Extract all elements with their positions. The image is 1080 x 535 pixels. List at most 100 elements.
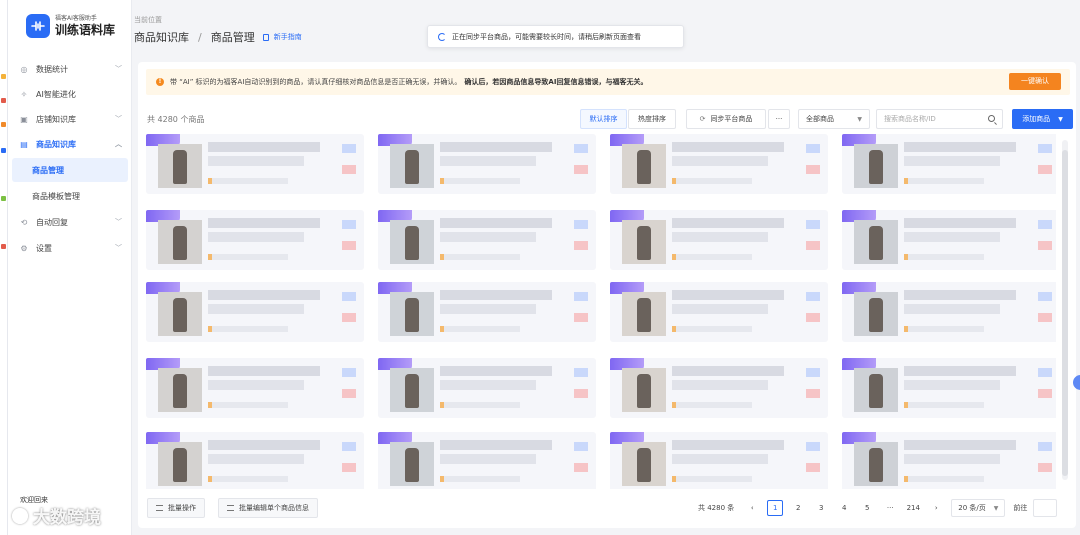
product-card[interactable] [146,432,364,489]
edit-action-blur[interactable] [574,368,588,377]
prev-page-button[interactable]: ‹ [744,500,760,516]
pagination: 共 4280 条 ‹ 1 2 3 4 5 ··· 214 › 20 条/页 ▼ … [698,499,1058,517]
edit-action-blur[interactable] [806,144,820,153]
sidebar-item-store-kb[interactable]: ▣ 店铺知识库 ﹀ [8,107,132,131]
delete-action-blur[interactable] [574,241,588,250]
product-figure [173,150,187,184]
product-card[interactable] [842,210,1056,270]
product-card[interactable] [610,210,828,270]
batch-edit-button[interactable]: 批量编辑单个商品信息 [218,498,318,518]
delete-action-blur[interactable] [574,463,588,472]
edit-action-blur[interactable] [342,144,356,153]
product-card[interactable] [378,432,596,489]
sort-hot-button[interactable]: 热度排序 [628,109,676,129]
product-card[interactable] [842,134,1056,194]
product-card[interactable] [842,282,1056,342]
delete-action-blur[interactable] [806,165,820,174]
sidebar-item-ai-evolution[interactable]: ✧ AI智能进化 [8,82,132,106]
edit-action-blur[interactable] [574,292,588,301]
batch-operation-button[interactable]: 批量操作 [147,498,205,518]
edit-action-blur[interactable] [574,442,588,451]
page-button[interactable]: 1 [767,500,784,516]
product-card[interactable] [842,358,1056,418]
product-card[interactable] [378,210,596,270]
delete-action-blur[interactable] [574,165,588,174]
delete-action-blur[interactable] [1038,463,1052,472]
search-input[interactable]: 搜索商品名称/ID [876,109,1003,129]
product-card[interactable] [146,358,364,418]
product-card[interactable] [842,432,1056,489]
product-card[interactable] [146,210,364,270]
confirm-all-button[interactable]: 一键确认 [1009,73,1061,90]
edit-action-blur[interactable] [806,442,820,451]
delete-action-blur[interactable] [806,463,820,472]
page-button[interactable]: 214 [905,500,921,516]
edit-action-blur[interactable] [574,220,588,229]
edit-action-blur[interactable] [1038,144,1052,153]
product-card[interactable] [146,282,364,342]
breadcrumb: 商品知识库 / 商品管理 新手指南 [134,29,302,45]
edit-action-blur[interactable] [1038,292,1052,301]
page-size-select[interactable]: 20 条/页 ▼ [951,499,1006,517]
product-card[interactable] [378,358,596,418]
sidebar-item-auto-reply[interactable]: ⟲ 自动回复 ﹀ [8,210,132,234]
page-button[interactable]: 5 [859,500,875,516]
edit-action-blur[interactable] [806,292,820,301]
product-card[interactable] [610,134,828,194]
scrollbar-thumb[interactable] [1062,150,1068,476]
edit-action-blur[interactable] [574,144,588,153]
sync-products-button[interactable]: ⟳ 同步平台商品 [686,109,766,129]
edit-action-blur[interactable] [342,368,356,377]
product-thumbnail [390,292,434,336]
delete-action-blur[interactable] [342,389,356,398]
scrollbar[interactable] [1062,140,1068,480]
delete-action-blur[interactable] [342,241,356,250]
app-logo[interactable]: 福客AI客服助手 训练语料库 [26,14,115,38]
sidebar-item-product-kb[interactable]: ▤ 商品知识库 ︿ [8,132,132,156]
goto-page-input[interactable] [1033,499,1058,517]
product-card[interactable] [610,282,828,342]
edit-action-blur[interactable] [342,292,356,301]
delete-action-blur[interactable] [806,389,820,398]
edit-action-blur[interactable] [342,220,356,229]
product-title-blur [440,290,552,300]
delete-action-blur[interactable] [1038,241,1052,250]
page-ellipsis[interactable]: ··· [882,500,898,516]
add-product-button[interactable]: 添加商品 ▼ [1012,109,1073,129]
page-button[interactable]: 4 [836,500,852,516]
delete-action-blur[interactable] [806,241,820,250]
delete-action-blur[interactable] [1038,165,1052,174]
edit-action-blur[interactable] [806,220,820,229]
delete-action-blur[interactable] [574,313,588,322]
page-button[interactable]: 2 [790,500,806,516]
sidebar-item-product-template[interactable]: 商品模板管理 [8,184,132,208]
guide-link[interactable]: 新手指南 [262,32,302,42]
sort-default-button[interactable]: 默认排序 [580,109,627,129]
product-card[interactable] [378,282,596,342]
filter-select[interactable]: 全部商品 ▼ [798,109,870,129]
next-page-button[interactable]: › [928,500,944,516]
delete-action-blur[interactable] [574,389,588,398]
page-button[interactable]: 3 [813,500,829,516]
product-card[interactable] [610,358,828,418]
sidebar-item-product-manage[interactable]: 商品管理 [12,158,128,182]
product-card[interactable] [610,432,828,489]
delete-action-blur[interactable] [342,165,356,174]
sidebar-item-stats[interactable]: ◎ 数据统计 ﹀ [8,57,132,81]
product-card[interactable] [378,134,596,194]
delete-action-blur[interactable] [1038,313,1052,322]
delete-action-blur[interactable] [1038,389,1052,398]
delete-action-blur[interactable] [342,313,356,322]
sidebar-item-settings[interactable]: ⚙ 设置 ﹀ [8,236,132,260]
edit-action-blur[interactable] [1038,220,1052,229]
delete-action-blur[interactable] [342,463,356,472]
product-figure [637,448,651,482]
breadcrumb-parent[interactable]: 商品知识库 [134,29,189,45]
edit-action-blur[interactable] [342,442,356,451]
edit-action-blur[interactable] [1038,442,1052,451]
delete-action-blur[interactable] [806,313,820,322]
edit-action-blur[interactable] [1038,368,1052,377]
more-button[interactable]: ··· [768,109,790,129]
product-card[interactable] [146,134,364,194]
edit-action-blur[interactable] [806,368,820,377]
